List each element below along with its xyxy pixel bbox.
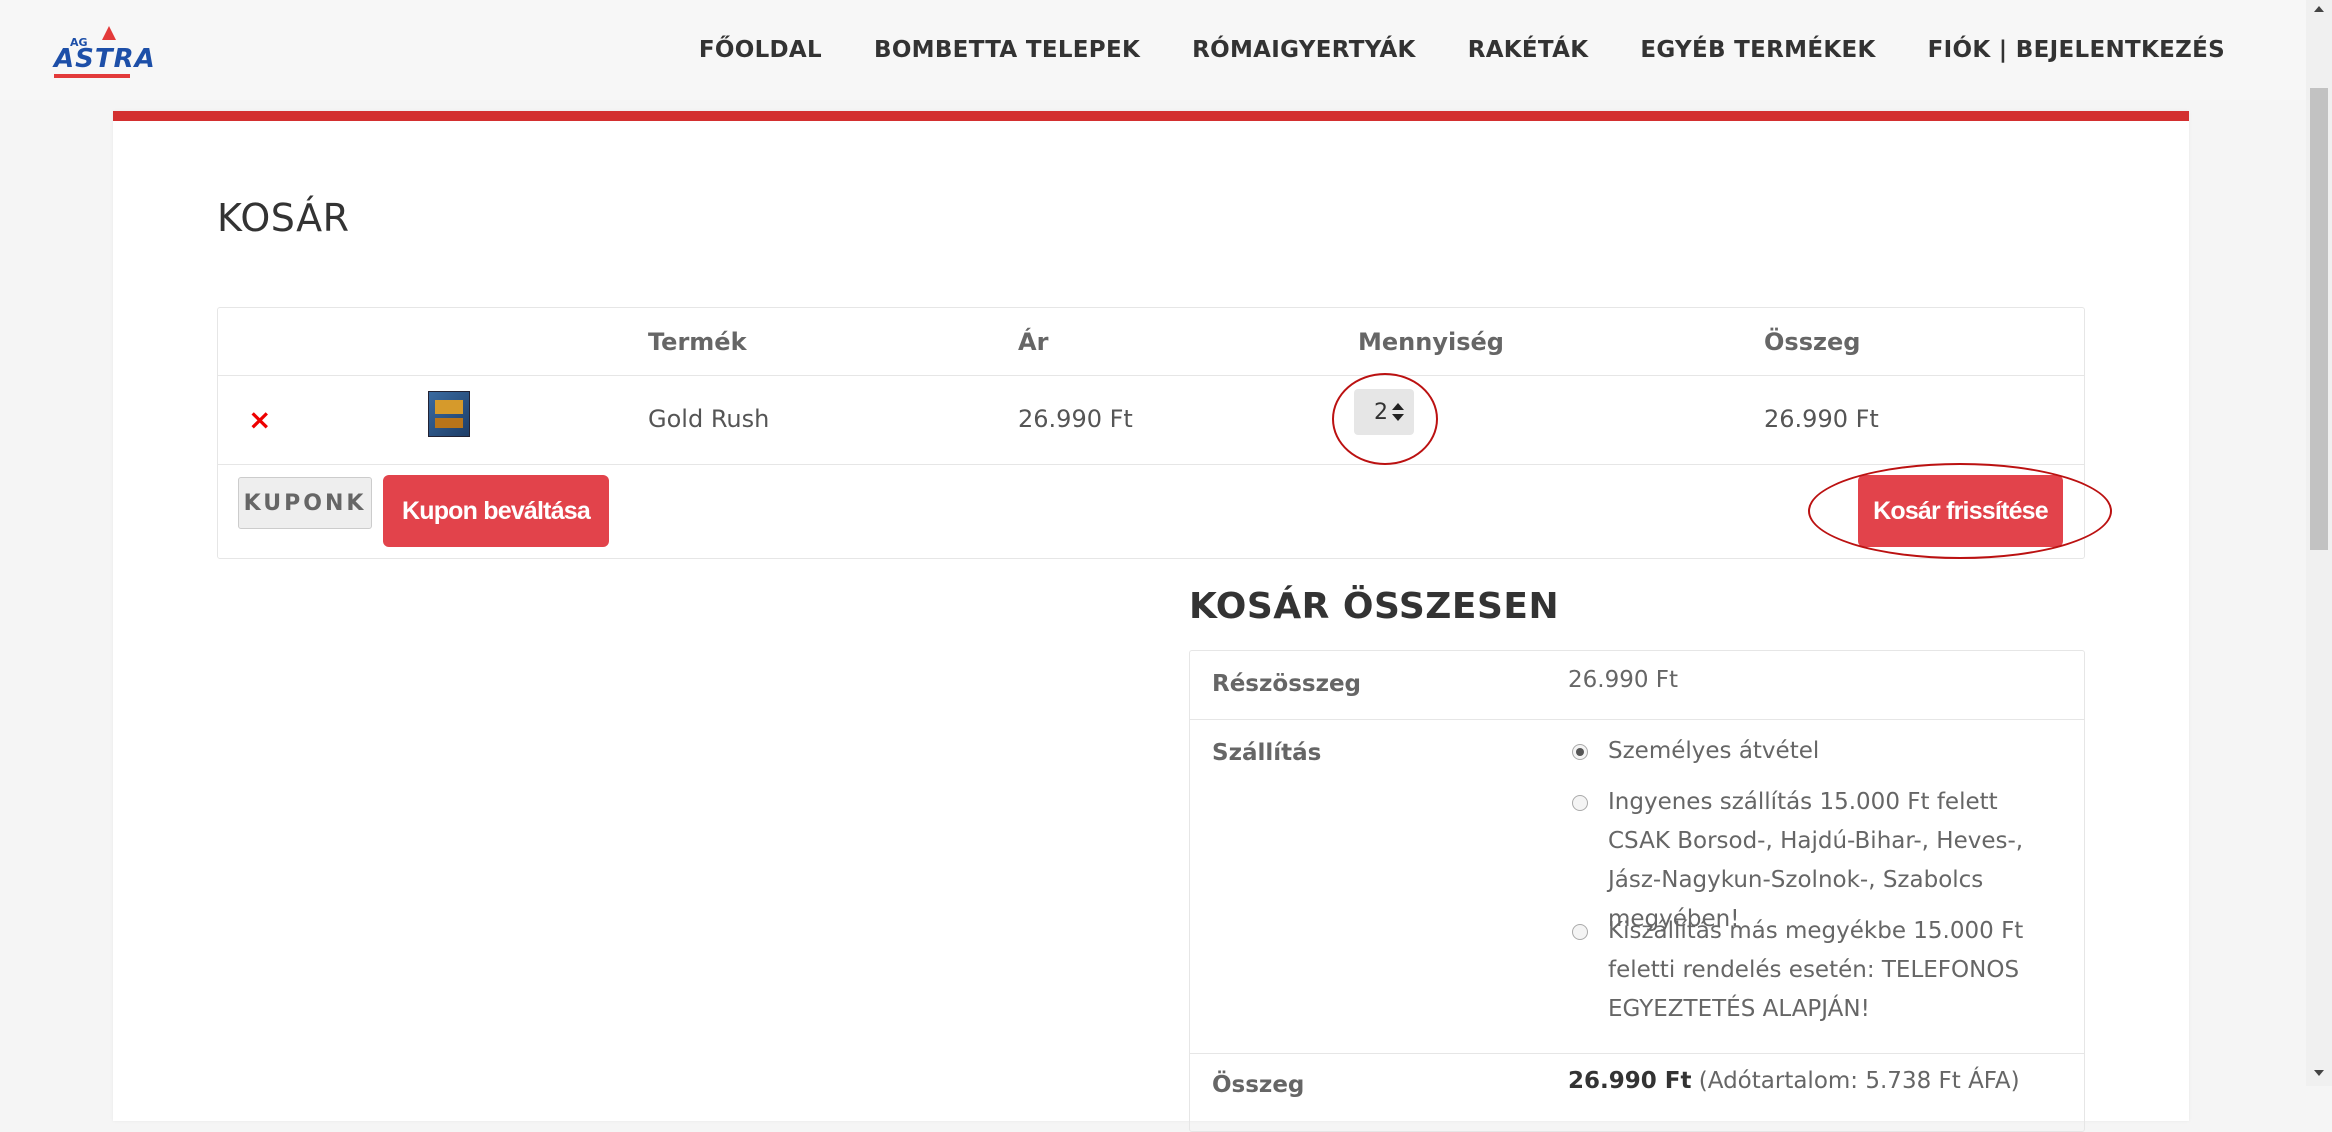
product-name[interactable]: Gold Rush bbox=[648, 405, 769, 433]
table-row: × Gold Rush 26.990 Ft 2 26.990 Ft bbox=[218, 373, 2084, 465]
shipping-option-pickup-label[interactable]: Személyes átvétel bbox=[1608, 732, 2058, 771]
cart-totals-title: KOSÁR ÖSSZESEN bbox=[1189, 586, 1560, 627]
nav-roman-candles[interactable]: RÓMAIGYERTYÁK bbox=[1192, 37, 1416, 63]
page-scrollbar[interactable] bbox=[2306, 0, 2332, 1086]
shipping-option-other-radio[interactable] bbox=[1572, 924, 1588, 940]
nav-account-login[interactable]: FIÓK | BEJELENTKEZÉS bbox=[1928, 37, 2225, 63]
cart-table: Termék Ár Mennyiség Összeg × Gold Rush 2… bbox=[217, 307, 2112, 559]
nav-other-products[interactable]: EGYÉB TERMÉKEK bbox=[1640, 37, 1875, 63]
cart-table-header: Termék Ár Mennyiség Összeg bbox=[218, 308, 2084, 376]
product-price: 26.990 Ft bbox=[1018, 405, 1133, 433]
scroll-up-icon[interactable] bbox=[2314, 6, 2324, 12]
shipping-label: Szállítás bbox=[1212, 740, 1322, 766]
apply-coupon-button[interactable]: Kupon beváltása bbox=[383, 475, 609, 547]
subtotal-value: 26.990 Ft bbox=[1568, 667, 1679, 693]
remove-item-icon[interactable]: × bbox=[248, 403, 271, 436]
column-product: Termék bbox=[648, 328, 747, 356]
scroll-thumb[interactable] bbox=[2310, 88, 2328, 550]
scroll-down-icon[interactable] bbox=[2314, 1070, 2324, 1076]
cart-card: KOSÁR Termék Ár Mennyiség Összeg × Gold … bbox=[113, 111, 2189, 1132]
shipping-option-free-radio[interactable] bbox=[1572, 795, 1588, 811]
main-nav: FŐOLDAL BOMBETTA TELEPEK RÓMAIGYERTYÁK R… bbox=[699, 0, 2225, 100]
logo-star-icon bbox=[102, 26, 116, 40]
nav-rockets[interactable]: RAKÉTÁK bbox=[1468, 37, 1589, 63]
site-header: AG ASTRA FŐOLDAL BOMBETTA TELEPEK RÓMAIG… bbox=[0, 0, 2306, 100]
column-price: Ár bbox=[1018, 328, 1049, 356]
shipping-row: Szállítás Személyes átvétel Ingyenes szá… bbox=[1190, 720, 2084, 1054]
column-subtotal: Összeg bbox=[1764, 328, 1861, 356]
quantity-annotation-circle bbox=[1332, 373, 1438, 465]
coupon-input[interactable]: KUPONK bbox=[238, 477, 372, 529]
shipping-option-other-label[interactable]: Kiszállítás más megyékbe 15.000 Ft felet… bbox=[1608, 912, 2028, 1029]
product-thumbnail[interactable] bbox=[428, 391, 470, 437]
total-label: Összeg bbox=[1212, 1072, 1305, 1098]
nav-bombetta[interactable]: BOMBETTA TELEPEK bbox=[874, 37, 1140, 63]
product-subtotal: 26.990 Ft bbox=[1764, 405, 1879, 433]
logo-text: ASTRA bbox=[54, 44, 156, 74]
column-quantity: Mennyiség bbox=[1358, 328, 1504, 356]
total-value-wrap: 26.990 Ft (Adótartalom: 5.738 Ft ÁFA) bbox=[1568, 1068, 2020, 1094]
page-title: KOSÁR bbox=[217, 196, 350, 240]
logo-bar bbox=[54, 74, 130, 78]
subtotal-row: Részösszeg 26.990 Ft bbox=[1190, 651, 2084, 720]
shipping-option-pickup-radio[interactable] bbox=[1572, 744, 1588, 760]
subtotal-label: Részösszeg bbox=[1212, 671, 1362, 697]
nav-home[interactable]: FŐOLDAL bbox=[699, 37, 822, 63]
astra-logo[interactable]: AG ASTRA bbox=[52, 24, 155, 78]
cart-totals-table: Részösszeg 26.990 Ft Szállítás Személyes… bbox=[1189, 650, 2085, 1132]
total-value: 26.990 Ft bbox=[1568, 1068, 1692, 1094]
cart-actions: KUPONK Kupon beváltása Kosár frissítése bbox=[218, 463, 2112, 559]
total-tax: (Adótartalom: 5.738 Ft ÁFA) bbox=[1698, 1068, 2020, 1094]
total-row: Összeg 26.990 Ft (Adótartalom: 5.738 Ft … bbox=[1190, 1054, 2084, 1130]
update-annotation-circle bbox=[1808, 463, 2112, 559]
